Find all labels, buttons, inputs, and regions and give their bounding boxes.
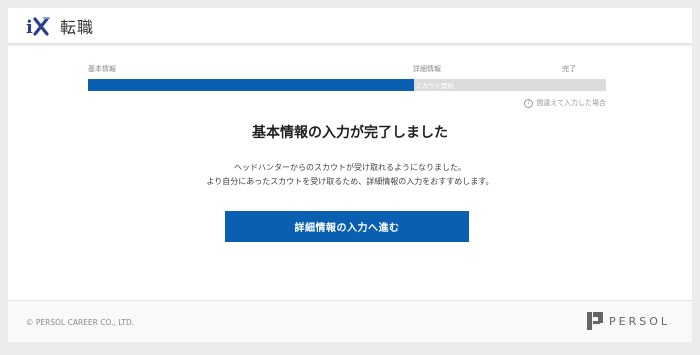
step-complete: 完了 bbox=[562, 65, 576, 73]
page-title: 基本情報の入力が完了しました bbox=[252, 125, 448, 141]
step-basic-info: 基本情報 bbox=[88, 65, 116, 73]
ix-logo-mark: i bbox=[26, 17, 50, 37]
description-line-2: より自分にあったスカウトを受け取るため、詳細情報の入力をおすすめします。 bbox=[206, 177, 494, 186]
copyright: © PERSOL CAREER CO., LTD. bbox=[26, 318, 135, 327]
progress-fill bbox=[88, 79, 415, 91]
persol-logo-text: PERSOL bbox=[609, 314, 670, 328]
brand-text: 転職 bbox=[60, 18, 95, 37]
persol-logo[interactable]: PERSOL bbox=[587, 312, 670, 330]
svg-text:i: i bbox=[26, 17, 33, 37]
main-content: 基本情報 詳細情報 完了 スカウト開始 ? 間違えて入力した場合 基本情報の入力… bbox=[8, 46, 692, 300]
persol-logo-mark bbox=[587, 312, 603, 330]
progress-bar: スカウト開始 bbox=[88, 79, 606, 91]
description: ヘッドハンターからのスカウトが受け取れるようになりました。 より自分にあったスカ… bbox=[8, 161, 692, 189]
help-link[interactable]: ? 間違えて入力した場合 bbox=[524, 98, 606, 108]
step-labels: 基本情報 詳細情報 完了 bbox=[88, 64, 606, 74]
progress-current-tag: スカウト開始 bbox=[415, 82, 454, 90]
site-footer: © PERSOL CAREER CO., LTD. PERSOL bbox=[8, 300, 692, 342]
proceed-detail-button[interactable]: 詳細情報の入力へ進む bbox=[225, 211, 469, 242]
step-detail-info: 詳細情報 bbox=[413, 65, 441, 73]
site-header: i 転職 bbox=[8, 8, 692, 44]
question-circle-icon: ? bbox=[524, 98, 534, 108]
description-line-1: ヘッドハンターからのスカウトが受け取れるようになりました。 bbox=[234, 163, 466, 172]
ix-tenshoku-logo[interactable]: i 転職 bbox=[26, 14, 94, 38]
help-link-label: 間違えて入力した場合 bbox=[536, 99, 606, 107]
